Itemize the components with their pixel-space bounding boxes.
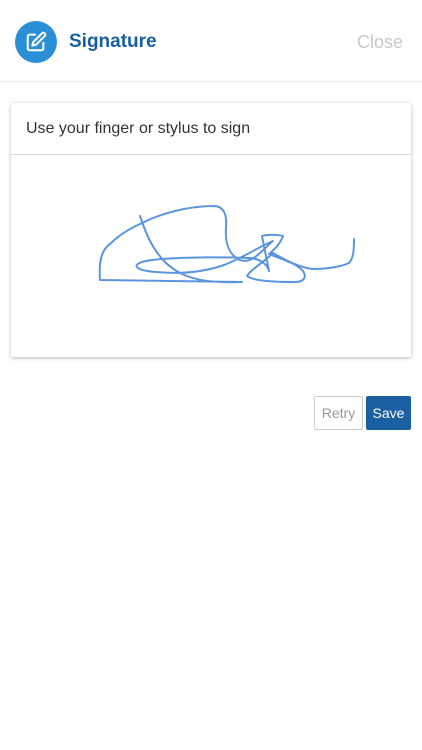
- signature-card: Use your finger or stylus to sign: [11, 103, 411, 357]
- save-button[interactable]: Save: [366, 396, 411, 430]
- signature-instruction: Use your finger or stylus to sign: [26, 119, 251, 137]
- signature-drawing: [98, 205, 355, 284]
- edit-icon: [15, 21, 57, 63]
- signature-card-header: Use your finger or stylus to sign: [11, 103, 411, 155]
- close-button[interactable]: Close: [357, 32, 403, 52]
- header-bar: Signature Close: [0, 0, 422, 82]
- signature-screen: Signature Close Use your finger or stylu…: [0, 0, 422, 750]
- retry-button[interactable]: Retry: [314, 396, 363, 430]
- page-title: Signature: [69, 31, 157, 52]
- signature-pad[interactable]: [11, 155, 411, 357]
